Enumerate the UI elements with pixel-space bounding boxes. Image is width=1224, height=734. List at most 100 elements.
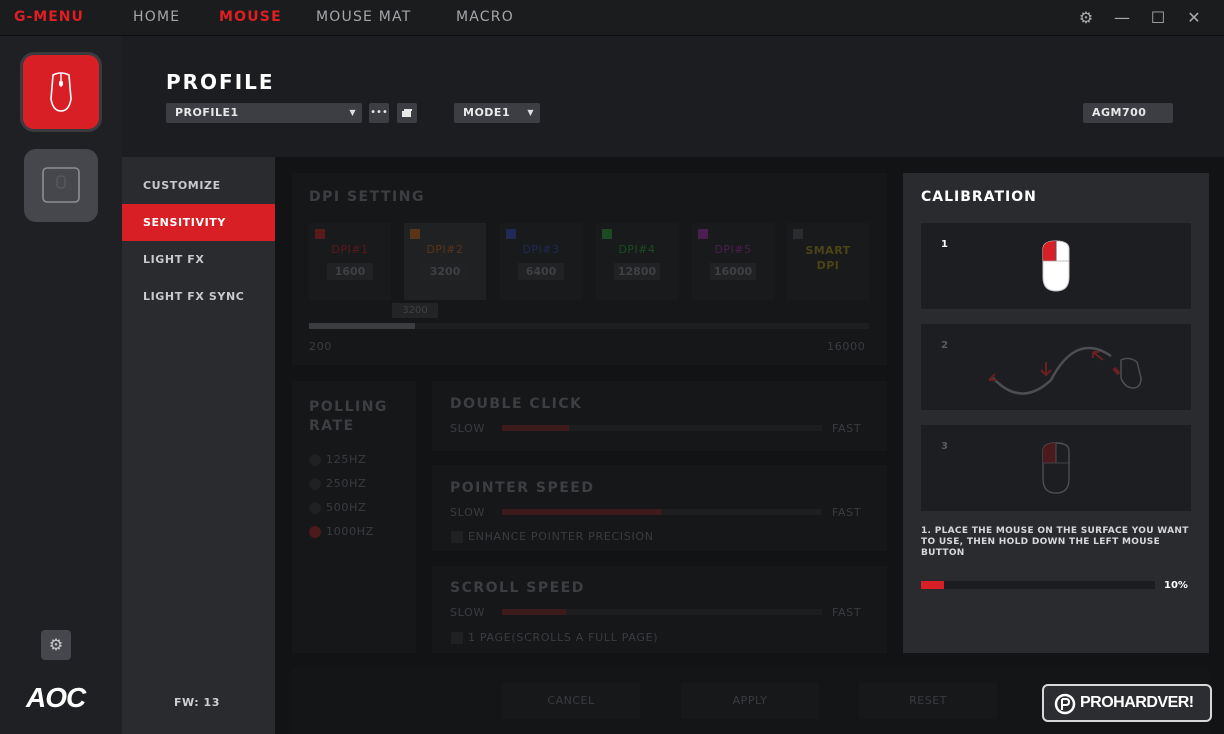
dpi-stage-name: DPI#4 bbox=[618, 243, 656, 256]
nav-tab-mouse[interactable]: MOUSE bbox=[219, 9, 282, 25]
device-model-badge: AGM700 bbox=[1083, 103, 1173, 123]
dpi-stage-checkbox[interactable] bbox=[315, 229, 325, 239]
close-icon[interactable]: ✕ bbox=[1183, 8, 1205, 28]
dpi-stage-checkbox[interactable] bbox=[506, 229, 516, 239]
nav-tab-mouse-mat[interactable]: MOUSE MAT bbox=[316, 9, 411, 25]
submenu-light-fx-sync[interactable]: LIGHT FX SYNC bbox=[122, 278, 275, 315]
nav-tab-macro[interactable]: MACRO bbox=[456, 9, 514, 25]
prohardver-logo-icon bbox=[1054, 693, 1076, 715]
polling-radio-125hz[interactable] bbox=[309, 454, 321, 466]
gear-icon[interactable]: ⚙ bbox=[1075, 8, 1097, 28]
scroll-speed-slow-label: SLOW bbox=[450, 606, 486, 619]
watermark-text: PROHARDVER! bbox=[1080, 694, 1194, 711]
dpi-slider-tooltip: 3200 bbox=[392, 303, 438, 318]
double-click-slider[interactable] bbox=[502, 425, 822, 431]
submenu-light-fx[interactable]: LIGHT FX bbox=[122, 241, 275, 278]
dpi-stage-value[interactable]: 6400 bbox=[518, 263, 564, 280]
dpi-stage-name: DPI#2 bbox=[426, 243, 464, 256]
mouse-icon bbox=[50, 72, 72, 112]
maximize-icon[interactable]: ☐ bbox=[1147, 8, 1169, 28]
double-click-slow-label: SLOW bbox=[450, 422, 486, 435]
polling-option-label: 500HZ bbox=[326, 501, 367, 514]
pointer-speed-fast-label: FAST bbox=[832, 506, 862, 519]
submenu-sensitivity[interactable]: SENSITIVITY bbox=[122, 204, 275, 241]
calibration-progress-bar bbox=[921, 581, 1155, 589]
polling-radio-1000hz[interactable] bbox=[309, 526, 321, 538]
scroll-speed-title: SCROLL SPEED bbox=[450, 580, 585, 596]
dpi-stage-checkbox[interactable] bbox=[793, 229, 803, 239]
page-title: PROFILE bbox=[166, 70, 275, 94]
pointer-speed-slow-label: SLOW bbox=[450, 506, 486, 519]
firmware-version: FW: 13 bbox=[174, 696, 220, 709]
profile-more-button[interactable]: ••• bbox=[369, 103, 389, 123]
scroll-speed-slider-fill bbox=[502, 609, 566, 615]
dpi-stage-checkbox[interactable] bbox=[602, 229, 612, 239]
minimize-icon[interactable]: — bbox=[1111, 8, 1133, 28]
calibration-step-1: 1 bbox=[921, 223, 1191, 309]
polling-radio-500hz[interactable] bbox=[309, 502, 321, 514]
dpi-stage-2[interactable]: DPI#2 3200 bbox=[404, 223, 486, 300]
profile-select[interactable]: PROFILE1 ▼ bbox=[166, 103, 362, 123]
calibration-instruction: 1. PLACE THE MOUSE ON THE SURFACE YOU WA… bbox=[921, 526, 1189, 558]
cancel-button[interactable]: CANCEL bbox=[502, 683, 640, 719]
reset-button[interactable]: RESET bbox=[859, 683, 997, 719]
aoc-logo: AOC bbox=[26, 682, 86, 713]
dpi-stage-value[interactable]: 3200 bbox=[422, 263, 468, 280]
mouse-left-click-icon bbox=[1042, 240, 1070, 292]
caret-down-icon: ▼ bbox=[527, 108, 534, 117]
calibration-progress-fill bbox=[921, 581, 944, 589]
polling-option-label: 125HZ bbox=[326, 453, 367, 466]
top-bar bbox=[0, 0, 1224, 36]
profile-copy-button[interactable] bbox=[397, 103, 417, 123]
dpi-slider[interactable] bbox=[309, 323, 869, 329]
polling-title: POLLING RATE bbox=[309, 399, 388, 434]
app-brand: G-MENU bbox=[14, 9, 84, 25]
pointer-speed-slider[interactable] bbox=[502, 509, 822, 515]
dpi-stage-value[interactable]: 1600 bbox=[327, 263, 373, 280]
dpi-stage-name: DPI#1 bbox=[331, 243, 369, 256]
dpi-stage-name: DPI#3 bbox=[522, 243, 560, 256]
dpi-stage-checkbox[interactable] bbox=[698, 229, 708, 239]
settings-gear-icon[interactable]: ⚙ bbox=[41, 630, 71, 660]
prohardver-watermark: PROHARDVER! bbox=[1042, 684, 1212, 722]
calibration-step-3: 3 bbox=[921, 425, 1191, 511]
mouse-release-icon bbox=[1042, 442, 1070, 494]
calibration-progress-label: 10% bbox=[1164, 580, 1188, 591]
dpi-stage-6[interactable]: SMART DPI bbox=[787, 223, 869, 300]
double-click-slider-fill bbox=[502, 425, 569, 431]
dpi-stage-value[interactable]: 16000 bbox=[710, 263, 756, 280]
dpi-stage-3[interactable]: DPI#3 6400 bbox=[500, 223, 582, 300]
caret-down-icon: ▼ bbox=[349, 108, 356, 117]
dpi-stage-value[interactable]: 12800 bbox=[614, 263, 660, 280]
scroll-speed-slider[interactable] bbox=[502, 609, 822, 615]
dpi-max-label: 16000 bbox=[827, 340, 866, 353]
nav-tab-home[interactable]: HOME bbox=[133, 9, 180, 25]
dpi-stage-5[interactable]: DPI#5 16000 bbox=[692, 223, 774, 300]
dpi-stage-name: SMART DPI bbox=[805, 244, 851, 272]
device-mouse-button[interactable] bbox=[20, 52, 102, 132]
mode-select[interactable]: MODE1 ▼ bbox=[454, 103, 540, 123]
polling-radio-250hz[interactable] bbox=[309, 478, 321, 490]
step-number: 2 bbox=[941, 340, 948, 351]
scroll-full-page-checkbox[interactable] bbox=[451, 632, 463, 644]
step-number: 1 bbox=[941, 239, 948, 250]
enhance-precision-label: ENHANCE POINTER PRECISION bbox=[468, 530, 654, 543]
profile-select-value: PROFILE1 bbox=[175, 106, 239, 119]
dpi-title: DPI SETTING bbox=[309, 189, 425, 205]
mouse-drag-path-icon bbox=[988, 346, 1142, 395]
dpi-min-label: 200 bbox=[309, 340, 333, 353]
enhance-precision-checkbox[interactable] bbox=[451, 531, 463, 543]
submenu-customize[interactable]: CUSTOMIZE bbox=[122, 167, 275, 204]
scroll-full-page-label: 1 PAGE(SCROLLS A FULL PAGE) bbox=[468, 631, 659, 644]
copy-icon bbox=[402, 109, 412, 117]
apply-button[interactable]: APPLY bbox=[681, 683, 819, 719]
dpi-stage-4[interactable]: DPI#4 12800 bbox=[596, 223, 678, 300]
calibration-title: CALIBRATION bbox=[921, 189, 1037, 205]
dpi-slider-fill bbox=[309, 323, 415, 329]
scroll-speed-fast-label: FAST bbox=[832, 606, 862, 619]
dpi-stage-1[interactable]: DPI#1 1600 bbox=[309, 223, 391, 300]
pointer-speed-slider-fill bbox=[502, 509, 662, 515]
dpi-stage-checkbox[interactable] bbox=[410, 229, 420, 239]
pointer-speed-title: POINTER SPEED bbox=[450, 480, 595, 496]
device-mouse-mat-button[interactable] bbox=[24, 149, 98, 222]
